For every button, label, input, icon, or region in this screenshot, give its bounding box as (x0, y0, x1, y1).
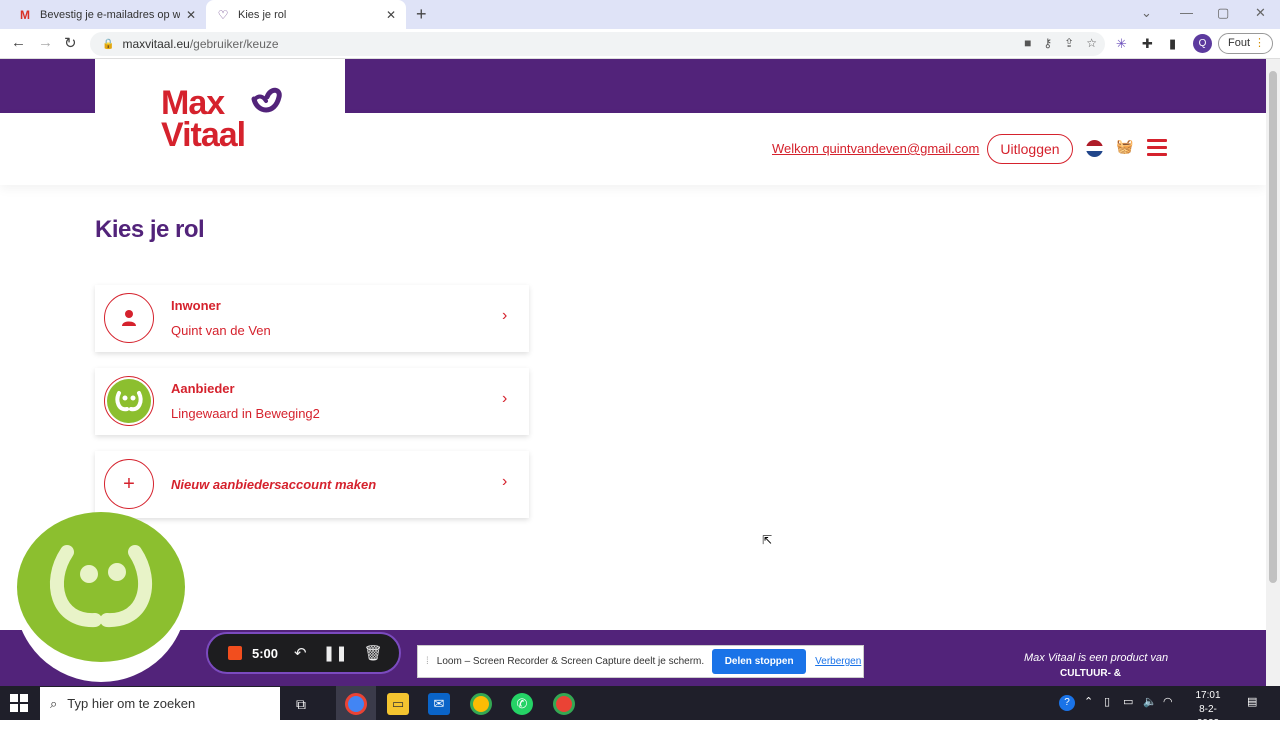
footer-partner-text: CULTUUR- & (1060, 668, 1121, 679)
recording-timer: 5:00 (252, 645, 279, 661)
role-subtitle: Lingewaard in Beweging2 (171, 406, 320, 421)
logo-heart-icon (251, 87, 282, 113)
logo-line-2: Vitaal (161, 116, 246, 154)
chevron-right-icon: › (502, 307, 508, 324)
footer-product-text: Max Vitaal is een product van (1024, 652, 1169, 664)
camera-icon[interactable]: ■ (1024, 36, 1031, 50)
basket-icon[interactable]: 🧺 (1116, 138, 1133, 155)
url-path: /gebruiker/keuze (189, 37, 279, 51)
tab-label: Kies je rol (238, 8, 287, 21)
key-icon[interactable]: ⚷ (1043, 36, 1052, 50)
dutch-flag-icon[interactable] (1086, 140, 1103, 157)
battery-icon[interactable]: ▭ (1123, 695, 1133, 708)
forward-icon[interactable]: → (38, 34, 53, 51)
window-close-icon[interactable]: ✕ (1255, 5, 1266, 21)
logo-line-1: Max (161, 84, 225, 122)
show-hidden-icons-icon[interactable]: ⌃ (1084, 695, 1093, 708)
address-bar[interactable]: 🔒 maxvitaal.eu/gebruiker/keuze ■ ⚷ ⇪ ☆ (90, 32, 1105, 56)
search-icon: ⌕ (50, 695, 58, 711)
role-subtitle: Quint van de Ven (171, 323, 271, 338)
clock-date: 8-2-2023 (1196, 704, 1220, 729)
search-placeholder: Typ hier om te zoeken (67, 696, 196, 711)
new-tab-icon[interactable]: + (416, 4, 427, 25)
share-icon[interactable]: ⇪ (1064, 36, 1074, 50)
windows-taskbar: ⌕ Typ hier om te zoeken ⧉ ▭ ✉ ✆ ? ⌃ ▯ ▭ … (0, 686, 1280, 729)
loom-camera-bubble[interactable] (15, 512, 187, 682)
new-provider-account-card[interactable]: + Nieuw aanbiedersaccount maken › (95, 451, 529, 518)
loom-recording-controls: 5:00 ↶ ❚❚ 🗑 (206, 632, 401, 674)
browser-tab-bar: M Bevestig je e-mailadres op www.m ✕ ♡ K… (0, 0, 1280, 29)
tab-label: Bevestig je e-mailadres op www.m (40, 8, 180, 21)
stop-sharing-button[interactable]: Delen stoppen (712, 649, 807, 674)
scrollbar-thumb[interactable] (1269, 71, 1277, 583)
extensions-puzzle-icon[interactable]: ✚ (1142, 36, 1153, 52)
profile-avatar[interactable]: Q (1193, 34, 1212, 53)
maximize-icon[interactable]: ▢ (1217, 5, 1229, 21)
person-icon (104, 293, 154, 343)
notifications-icon[interactable]: ▤ (1247, 695, 1257, 708)
error-chip-button[interactable]: Fout ⋮ (1218, 33, 1273, 54)
undo-icon[interactable]: ↶ (294, 644, 307, 662)
lock-icon: 🔒 (102, 38, 115, 50)
trash-icon[interactable]: 🗑 (364, 644, 383, 662)
help-icon[interactable]: ? (1059, 695, 1075, 711)
error-chip-label: Fout (1228, 37, 1251, 49)
bookmark-star-icon[interactable]: ☆ (1086, 36, 1097, 50)
chrome-icon[interactable] (345, 693, 367, 715)
new-account-label: Nieuw aanbiedersaccount maken (171, 477, 377, 492)
minimize-icon[interactable]: — (1180, 5, 1193, 20)
max-vitaal-heart-icon: ♡ (217, 7, 229, 22)
chevron-right-icon: › (502, 390, 508, 407)
welcome-link[interactable]: Welkom quintvandeven@gmail.com (772, 141, 979, 156)
device-icon[interactable]: ▯ (1104, 695, 1110, 708)
chrome-canary-icon[interactable] (470, 693, 492, 715)
volume-icon[interactable]: 🔈 (1143, 695, 1157, 708)
tab-gmail[interactable]: M Bevestig je e-mailadres op www.m ✕ (8, 0, 206, 29)
logout-button[interactable]: Uitloggen (987, 134, 1073, 164)
role-title: Aanbieder (171, 381, 235, 396)
reload-icon[interactable]: ↻ (64, 34, 77, 52)
browser-toolbar: ← → ↻ 🔒 maxvitaal.eu/gebruiker/keuze ■ ⚷… (0, 29, 1280, 59)
gmail-icon: M (20, 7, 30, 22)
back-icon[interactable]: ← (11, 34, 26, 51)
web-page: Max Vitaal Welkom quintvandeven@gmail.co… (0, 59, 1266, 686)
drag-handle-icon[interactable]: ⁞ (426, 656, 429, 667)
url-domain: maxvitaal.eu (122, 37, 190, 51)
role-card-aanbieder[interactable]: Aanbieder Lingewaard in Beweging2 › (95, 368, 529, 435)
role-card-inwoner[interactable]: Inwoner Quint van de Ven › (95, 285, 529, 352)
file-explorer-icon[interactable]: ▭ (387, 693, 409, 715)
close-tab-icon[interactable]: ✕ (386, 8, 396, 22)
mouse-cursor-icon: ⇱ (762, 533, 773, 547)
stop-recording-icon[interactable] (228, 646, 242, 660)
taskbar-search[interactable]: ⌕ Typ hier om te zoeken (40, 687, 280, 720)
menu-hamburger-icon[interactable] (1147, 139, 1167, 157)
extension-loom-icon[interactable]: ✳ (1116, 36, 1127, 52)
wifi-icon[interactable]: ◠ (1163, 695, 1173, 708)
page-title: Kies je rol (95, 216, 205, 243)
mail-icon[interactable]: ✉ (428, 693, 450, 715)
screen-share-bar: ⁞ Loom – Screen Recorder & Screen Captur… (417, 645, 864, 678)
organisation-logo-icon (104, 376, 154, 426)
site-logo[interactable]: Max Vitaal (95, 59, 345, 185)
tab-search-icon[interactable]: ⌄ (1141, 5, 1152, 21)
logo-wordmark: Max Vitaal (161, 84, 246, 154)
windows-start-icon[interactable] (10, 694, 28, 712)
clock-time: 17:01 (1195, 690, 1221, 701)
camera-feed-logo (17, 512, 185, 662)
share-message: Loom – Screen Recorder & Screen Capture … (436, 656, 705, 667)
role-title: Inwoner (171, 298, 221, 313)
chrome-profile-icon[interactable] (553, 693, 575, 715)
task-view-icon[interactable]: ⧉ (290, 693, 312, 715)
more-icon: ⋮ (1254, 37, 1266, 49)
plus-icon: + (104, 459, 154, 509)
page-scrollbar[interactable] (1266, 59, 1280, 686)
hide-link[interactable]: Verbergen (815, 656, 861, 667)
whatsapp-icon[interactable]: ✆ (511, 693, 533, 715)
chevron-right-icon: › (502, 473, 508, 490)
close-tab-icon[interactable]: ✕ (186, 8, 196, 22)
side-panel-icon[interactable]: ▮ (1169, 36, 1176, 52)
tab-kies-je-rol[interactable]: ♡ Kies je rol ✕ (206, 0, 406, 29)
pause-icon[interactable]: ❚❚ (323, 644, 348, 662)
taskbar-clock[interactable]: 17:01 8-2-2023 (1188, 689, 1228, 731)
